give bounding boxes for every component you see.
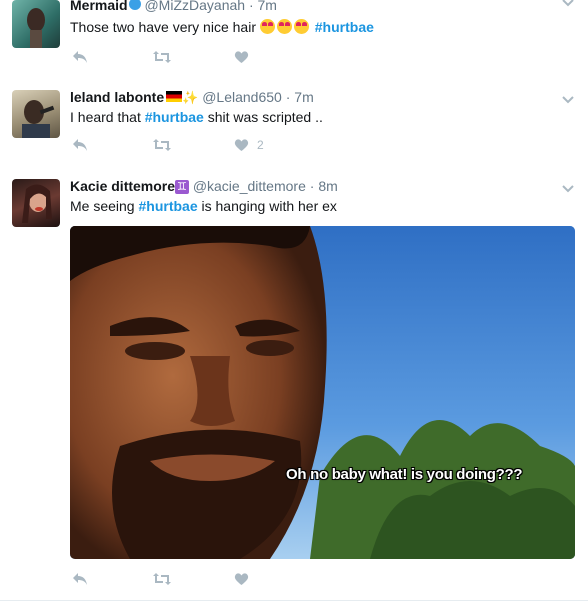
tweet-3[interactable]: Kacie dittemore ♊ @kacie_dittemore · 8m M… [0,167,588,601]
reply-icon[interactable] [72,50,88,64]
username[interactable]: @Leland650 [202,89,282,105]
gemini-badge-icon: ♊ [175,180,189,194]
tweet-header: leland labonte ✨ @Leland650 · 7m [70,88,314,107]
retweet-icon[interactable] [152,50,172,64]
separator: · [248,0,254,13]
reply-icon[interactable] [72,138,88,152]
tweet-text: Me seeing #hurtbae is hanging with her e… [70,198,337,214]
heart-icon[interactable] [234,50,257,64]
retweet-icon[interactable] [152,138,172,152]
avatar[interactable] [12,179,60,227]
display-name[interactable]: leland labonte [70,89,164,105]
chevron-down-icon[interactable] [562,0,574,12]
hashtag-link[interactable]: #hurtbae [138,198,197,214]
separator: · [309,178,315,194]
tweet-text: Those two have very nice hair #hurtbae [70,19,374,35]
heart-eyes-emoji-icon [259,19,275,34]
timestamp[interactable]: 7m [294,89,313,105]
avatar[interactable] [12,0,60,48]
username[interactable]: @MiZzDayanah [144,0,245,13]
tweet-header: Mermaid @MiZzDayanah · 7m [70,0,277,14]
meme-image [70,226,575,559]
heart-eyes-emoji-icon [276,19,292,34]
tweet-1[interactable]: Mermaid @MiZzDayanah · 7m Those two have… [0,0,588,79]
tweet-media-image[interactable]: Oh no baby what! is you doing??? [70,226,575,559]
meme-caption: Oh no baby what! is you doing??? [286,466,523,483]
sparkles-icon: ✨ [182,90,199,105]
avatar[interactable] [12,90,60,138]
chevron-down-icon[interactable] [562,91,574,109]
display-name[interactable]: Kacie dittemore [70,178,175,194]
tweet-2[interactable]: leland labonte ✨ @Leland650 · 7m I heard … [0,78,588,168]
germany-flag-icon [166,91,183,102]
chevron-down-icon[interactable] [562,180,574,198]
wave-emoji-icon [128,0,141,10]
hashtag-link[interactable]: #hurtbae [145,109,204,125]
display-name[interactable]: Mermaid [70,0,128,13]
tweet-header: Kacie dittemore ♊ @kacie_dittemore · 8m [70,177,338,195]
heart-eyes-emoji-icon [293,19,309,34]
like-count: 2 [257,138,264,152]
tweet-text: I heard that #hurtbae shit was scripted … [70,109,323,125]
timestamp[interactable]: 8m [318,178,337,194]
separator: · [285,89,291,105]
retweet-icon[interactable] [152,572,172,586]
username[interactable]: @kacie_dittemore [193,178,306,194]
heart-icon[interactable] [234,572,257,586]
hashtag-link[interactable]: #hurtbae [315,19,374,35]
reply-icon[interactable] [72,572,88,586]
heart-icon[interactable]: 2 [234,138,264,152]
timestamp[interactable]: 7m [258,0,277,13]
